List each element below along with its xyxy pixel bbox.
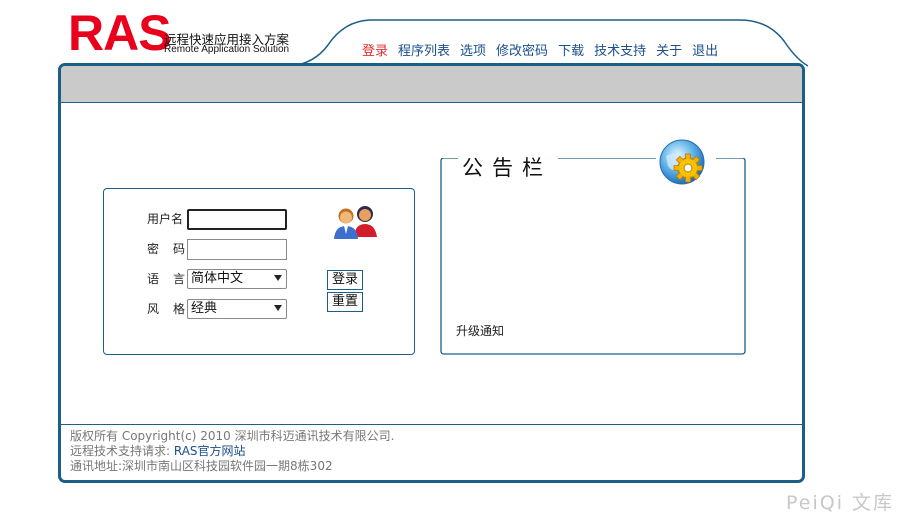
username-input[interactable] bbox=[187, 209, 287, 230]
password-input[interactable] bbox=[187, 239, 287, 260]
nav-change-password[interactable]: 修改密码 bbox=[496, 44, 548, 62]
top-bar bbox=[61, 66, 802, 103]
nav-logout[interactable]: 退出 bbox=[692, 44, 718, 62]
footer-divider bbox=[61, 424, 802, 425]
chevron-down-icon bbox=[274, 275, 282, 281]
login-button[interactable]: 登录 bbox=[327, 270, 363, 290]
language-label-part1: 语 bbox=[147, 272, 160, 286]
login-panel: 用户名 密码 语言 简体中文 风格 经典 登录 重置 bbox=[103, 188, 415, 355]
ras-official-site-link[interactable]: RAS官方网站 bbox=[174, 444, 246, 458]
notice-board: 公告栏 升级通知 bbox=[440, 139, 747, 355]
main-nav: 登录 程序列表 选项 修改密码 下载 技术支持 关于 退出 bbox=[362, 44, 728, 62]
nav-tech-support[interactable]: 技术支持 bbox=[594, 44, 646, 62]
chevron-down-icon bbox=[274, 305, 282, 311]
language-label-part2: 言 bbox=[173, 272, 186, 286]
gear-icon bbox=[659, 139, 705, 185]
reset-button[interactable]: 重置 bbox=[327, 292, 363, 312]
nav-download[interactable]: 下载 bbox=[558, 44, 584, 62]
nav-login[interactable]: 登录 bbox=[362, 44, 388, 62]
footer-address: 通讯地址:深圳市南山区科技园软件园一期8栋302 bbox=[70, 459, 333, 473]
nav-options[interactable]: 选项 bbox=[460, 44, 486, 62]
logo: RAS 远程快速应用接入方案 Remote Application Soluti… bbox=[68, 8, 308, 60]
footer-support: 远程技术支持请求: RAS官方网站 bbox=[70, 444, 394, 459]
notice-title: 公告栏 bbox=[460, 156, 554, 180]
footer-support-prefix: 远程技术支持请求: bbox=[70, 444, 171, 458]
users-icon bbox=[334, 206, 377, 239]
logo-brand: RAS bbox=[68, 5, 172, 61]
password-label-part1: 密 bbox=[147, 242, 160, 256]
style-selected: 经典 bbox=[191, 301, 218, 316]
password-label-part2: 码 bbox=[173, 242, 186, 256]
watermark: PeiQi 文库 bbox=[786, 492, 895, 514]
style-label-part1: 风 bbox=[147, 302, 160, 316]
style-label-part2: 格 bbox=[173, 302, 186, 316]
style-select[interactable]: 经典 bbox=[187, 299, 287, 319]
logo-en-title: Remote Application Solution bbox=[164, 44, 290, 55]
language-select[interactable]: 简体中文 bbox=[187, 269, 287, 289]
main-frame: 用户名 密码 语言 简体中文 风格 经典 登录 重置 公告栏 升级通知 版权所有… bbox=[58, 63, 805, 483]
footer: 版权所有 Copyright(c) 2010 深圳市科迈通讯技术有限公司. 远程… bbox=[70, 429, 394, 474]
nav-program-list[interactable]: 程序列表 bbox=[398, 44, 450, 62]
nav-about[interactable]: 关于 bbox=[656, 44, 682, 62]
footer-copyright: 版权所有 Copyright(c) 2010 深圳市科迈通讯技术有限公司. bbox=[70, 429, 395, 443]
username-label: 用户名 bbox=[147, 212, 184, 226]
language-selected: 简体中文 bbox=[191, 271, 244, 286]
notice-item[interactable]: 升级通知 bbox=[456, 322, 504, 339]
